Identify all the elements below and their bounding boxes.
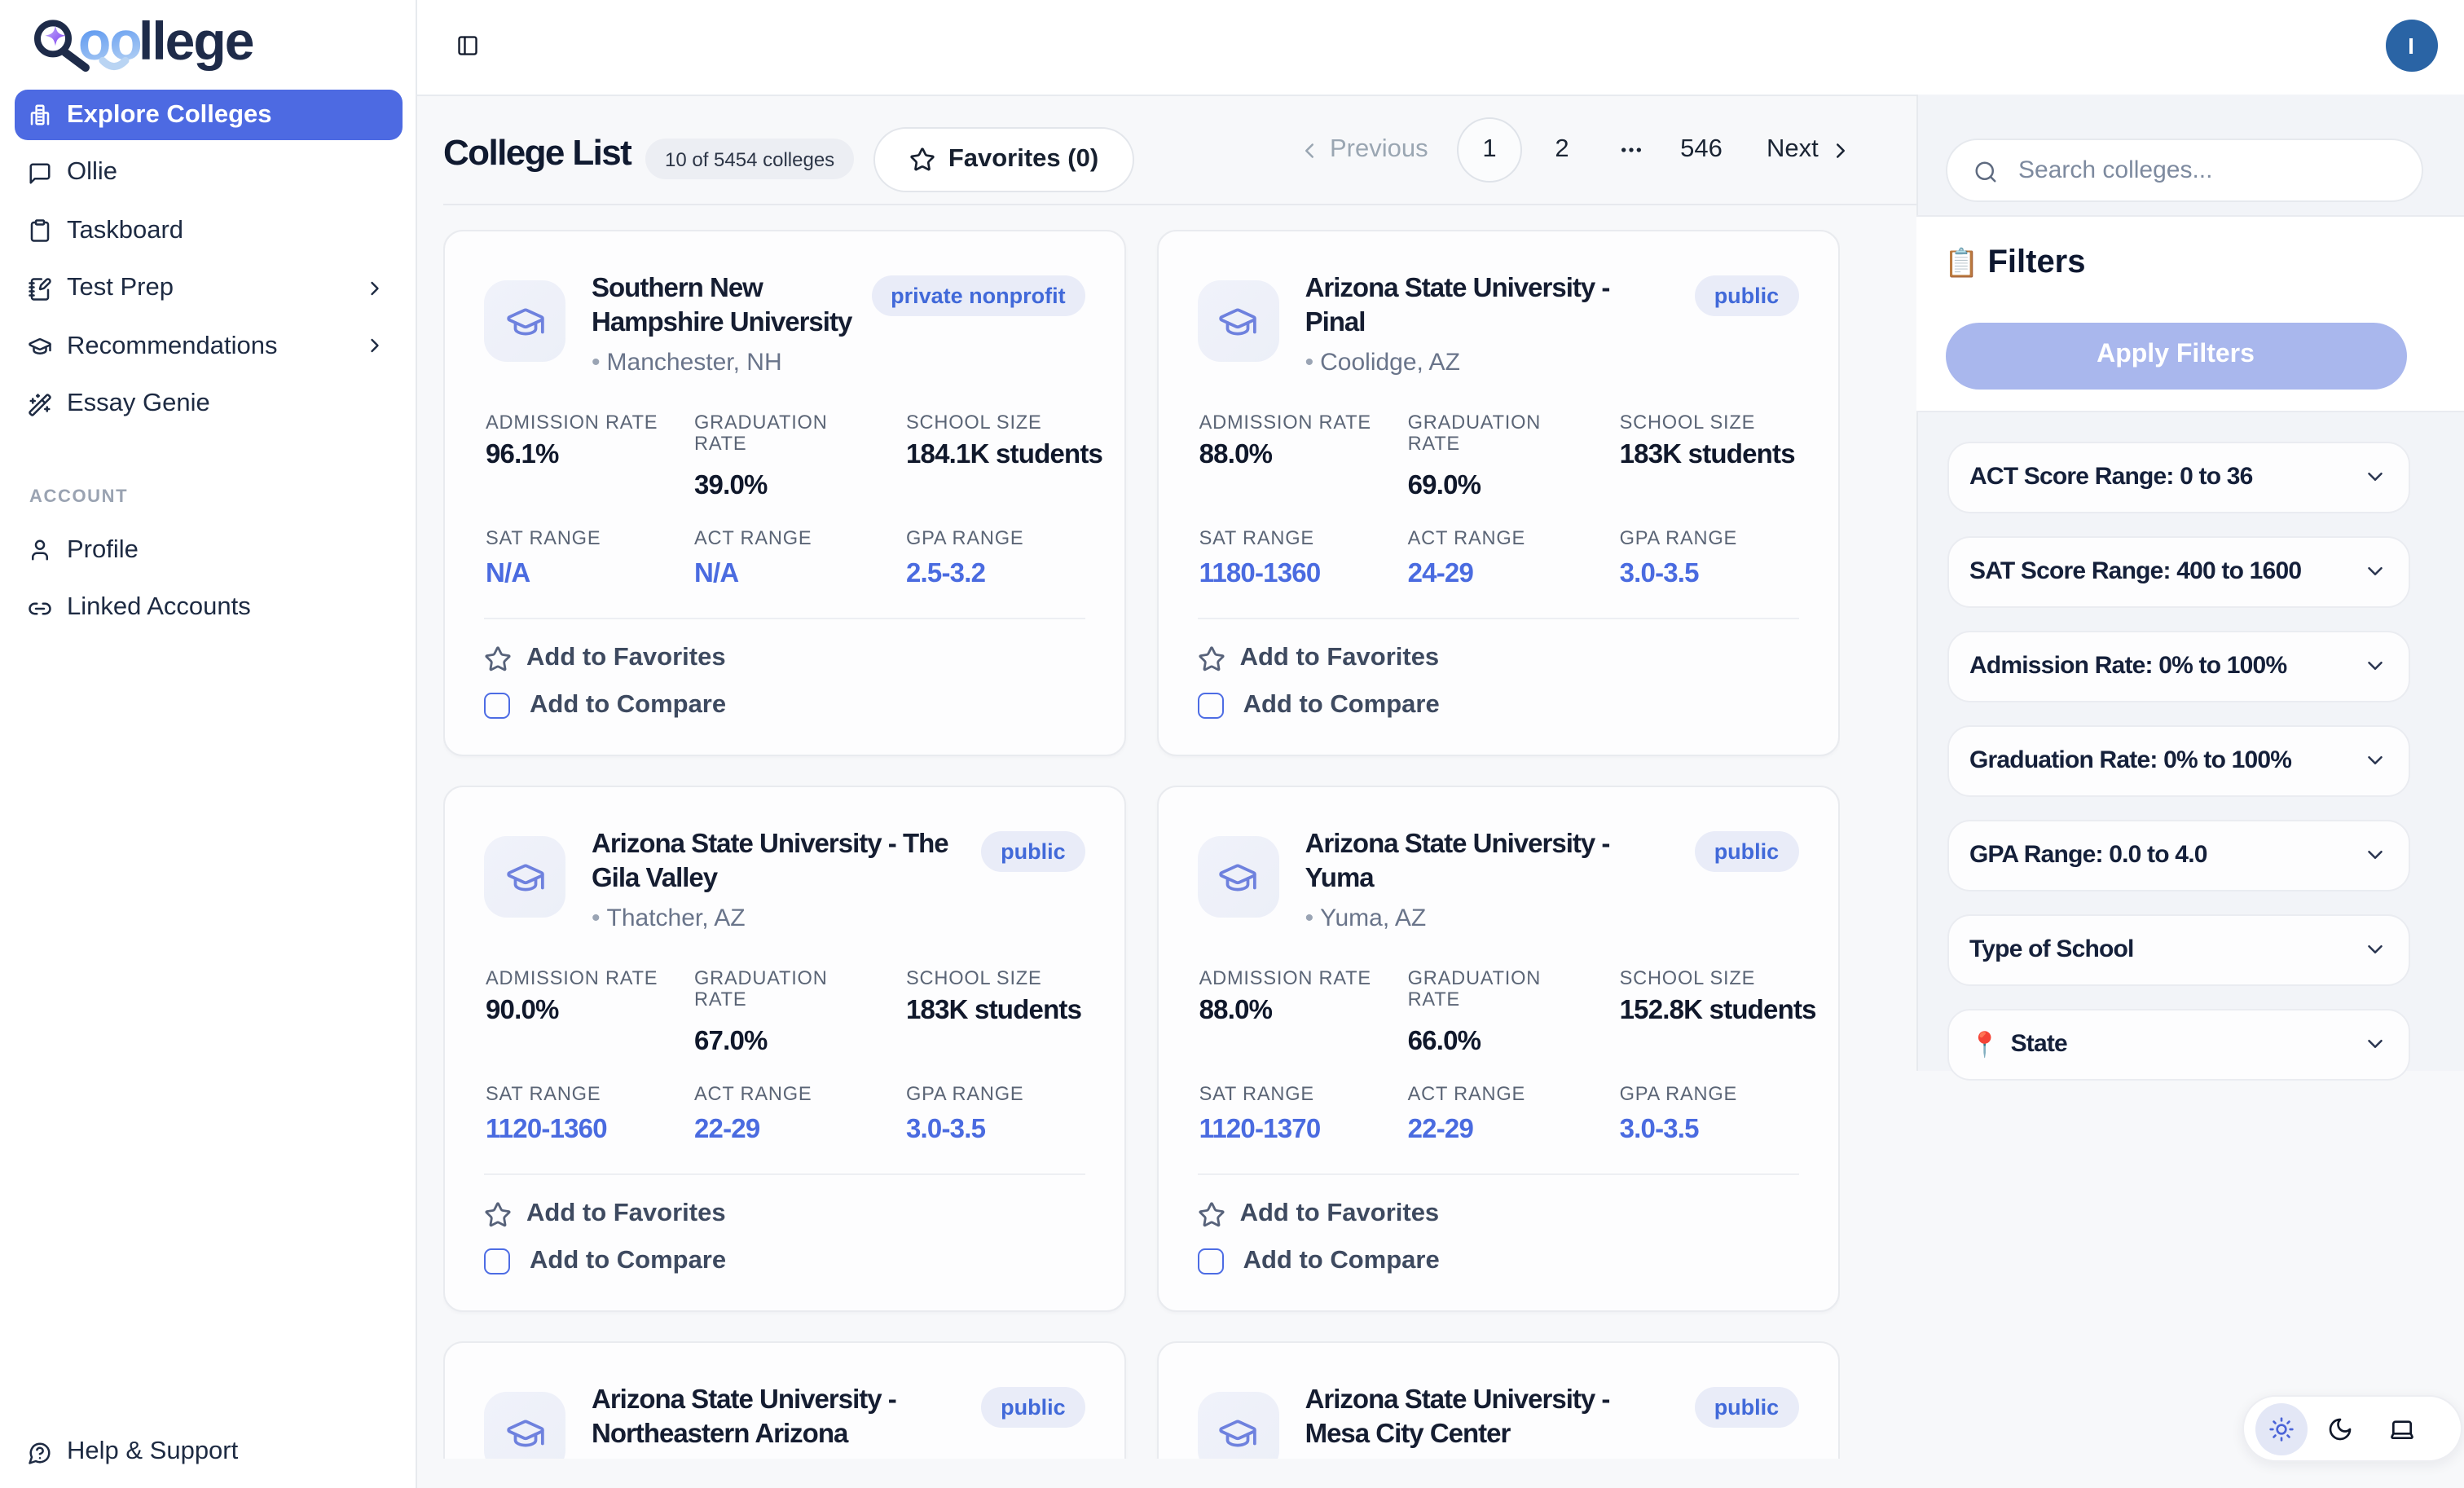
svg-text:llege: llege bbox=[139, 11, 253, 71]
